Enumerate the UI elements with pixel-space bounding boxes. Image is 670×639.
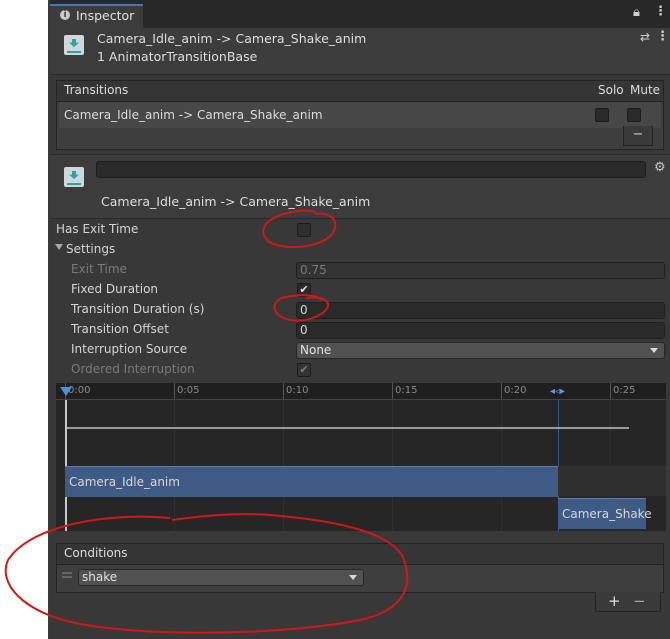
annotation-layer bbox=[4, 209, 409, 634]
annotation-circle-exit-time bbox=[262, 209, 337, 249]
annotation-circle-conditions bbox=[4, 513, 409, 634]
annotation-circle-duration bbox=[273, 294, 330, 322]
